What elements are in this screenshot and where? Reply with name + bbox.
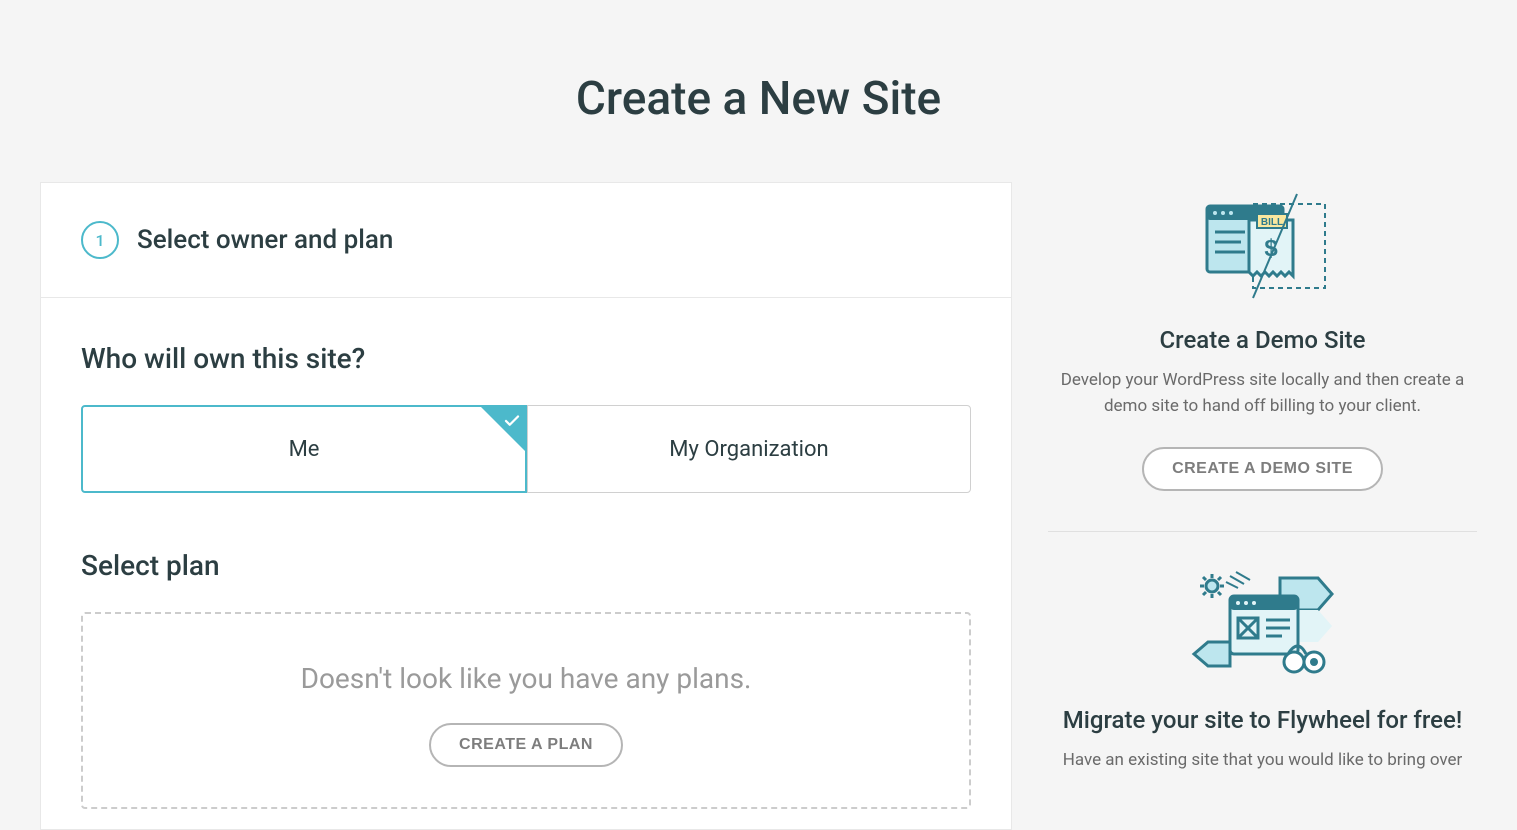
migrate-description: Have an existing site that you would lik… <box>1048 748 1477 774</box>
page-title: Create a New Site <box>0 0 1517 182</box>
svg-text:BILL: BILL <box>1260 217 1282 228</box>
demo-site-title: Create a Demo Site <box>1048 326 1477 354</box>
step-header: 1 Select owner and plan <box>41 183 1011 298</box>
step-number-badge: 1 <box>81 221 119 259</box>
migrate-site-promo: Migrate your site to Flywheel for free! … <box>1048 568 1477 774</box>
plan-empty-state: Doesn't look like you have any plans. CR… <box>81 612 971 809</box>
migrate-title: Migrate your site to Flywheel for free! <box>1048 706 1477 734</box>
svg-text:$: $ <box>1264 235 1278 262</box>
step-title: Select owner and plan <box>137 225 393 255</box>
create-plan-button[interactable]: CREATE A PLAN <box>429 723 623 767</box>
owner-heading: Who will own this site? <box>81 342 971 375</box>
owner-option-organization[interactable]: My Organization <box>527 405 971 493</box>
owner-option-me[interactable]: Me <box>81 405 527 493</box>
check-icon <box>503 411 521 436</box>
plan-heading: Select plan <box>81 549 971 582</box>
demo-site-description: Develop your WordPress site locally and … <box>1048 368 1477 419</box>
owner-options: Me My Organization <box>81 405 971 493</box>
create-demo-site-button[interactable]: CREATE A DEMO SITE <box>1142 447 1383 491</box>
plan-empty-text: Doesn't look like you have any plans. <box>103 662 949 695</box>
bill-illustration-icon: BILL $ <box>1048 188 1477 308</box>
sidebar: BILL $ Create a Demo Site Develop your W… <box>1048 182 1477 830</box>
migrate-illustration-icon <box>1048 568 1477 688</box>
owner-option-label: My Organization <box>669 437 828 462</box>
create-site-card: 1 Select owner and plan Who will own thi… <box>40 182 1012 830</box>
demo-site-promo: BILL $ Create a Demo Site Develop your W… <box>1048 188 1477 532</box>
owner-option-label: Me <box>289 437 320 462</box>
